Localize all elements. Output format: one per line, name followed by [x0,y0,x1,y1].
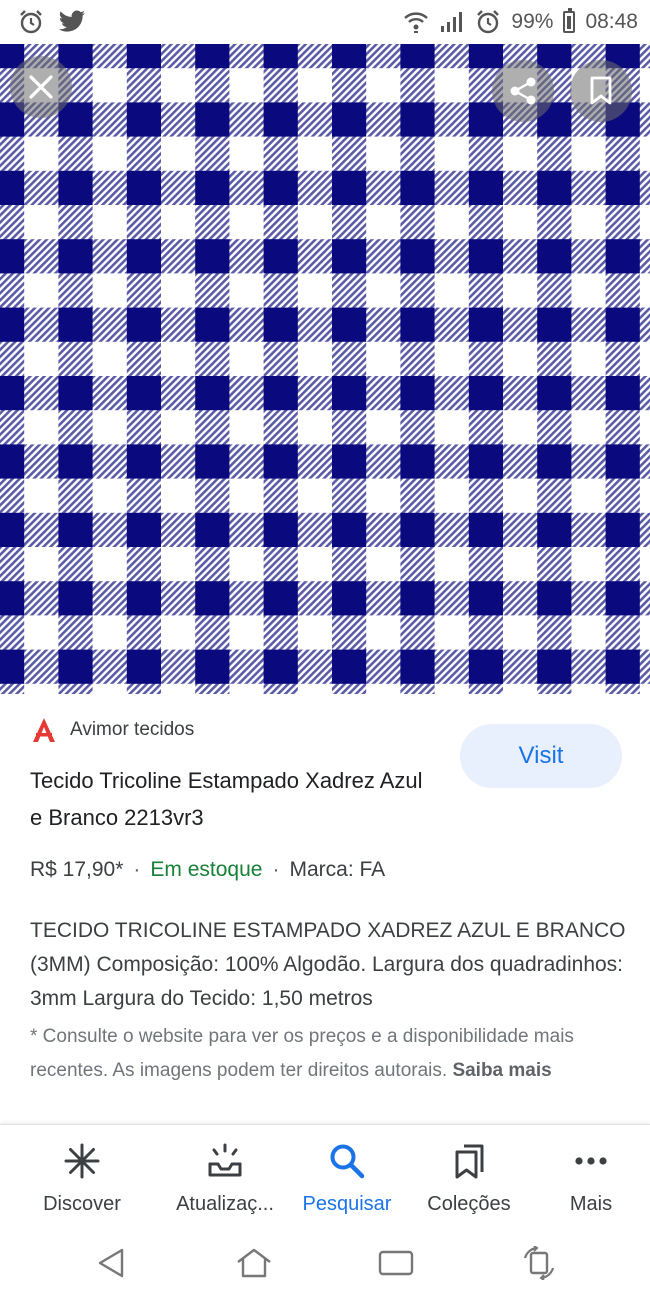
price: R$ 17,90* [30,858,124,881]
nav-discover[interactable]: Discover [0,1125,164,1226]
close-icon [29,75,53,99]
gingham-pattern [0,44,650,694]
nav-label: Pesquisar [302,1193,392,1215]
avimor-logo-icon [33,718,55,742]
battery-icon [563,8,576,33]
bottom-navigation: Discover Atualizaç... Pesquisar Coleções… [0,1124,650,1226]
product-description: TECIDO TRICOLINE ESTAMPADO XADREZ AZUL E… [30,919,626,1010]
status-bar: 99% 08:48 [0,0,650,44]
source-name: Avimor tecidos [70,719,195,740]
clock: 08:48 [585,10,638,33]
product-image[interactable] [0,44,650,694]
rotate-button[interactable] [509,1233,569,1293]
product-info-line: R$ 17,90* · Em estoque · Marca: FA [30,858,385,882]
rotate-screen-icon [523,1246,554,1280]
battery-percentage: 99% [511,10,554,33]
home-icon [237,1248,271,1278]
back-triangle-icon [99,1248,124,1278]
collections-icon [450,1141,488,1181]
share-button[interactable] [492,60,554,122]
learn-more-link[interactable]: Saiba mais [452,1060,551,1081]
nav-label: Coleções [427,1193,511,1215]
stock-status: Em estoque [150,858,263,881]
nav-label: Atualizaç... [176,1193,274,1215]
save-to-collection-button[interactable] [570,60,632,122]
nav-label: Discover [43,1193,121,1215]
product-title[interactable]: Tecido Tricoline Estampado Xadrez Azul e… [30,762,440,836]
updates-tray-icon [206,1141,244,1181]
recents-icon [379,1250,414,1276]
brand: Marca: FA [289,858,386,881]
nav-collections[interactable]: Coleções [408,1125,530,1226]
bookmark-icon [590,76,612,105]
nav-more[interactable]: Mais [530,1125,650,1226]
source-site[interactable]: Avimor tecidos [30,716,194,744]
home-button[interactable] [224,1233,284,1293]
wifi-icon [403,10,429,34]
visit-button[interactable]: Visit [460,724,622,788]
system-navigation-bar [0,1226,650,1300]
recents-button[interactable] [366,1233,426,1293]
disclaimer: * Consulte o website para ver os preços … [30,1020,630,1088]
twitter-icon [58,10,86,34]
search-icon [328,1141,366,1181]
alarm-icon [475,9,501,35]
alarm-icon [18,9,44,35]
nav-label: Mais [569,1193,613,1215]
nav-search[interactable]: Pesquisar [286,1125,408,1226]
separator: · [133,858,141,881]
signal-icon [439,10,465,34]
nav-updates[interactable]: Atualizaç... [164,1125,286,1226]
asterisk-icon [63,1141,101,1181]
close-button[interactable] [10,56,72,118]
back-button[interactable] [81,1233,141,1293]
more-dots-icon [572,1141,610,1181]
share-icon [510,77,536,105]
separator: · [272,858,280,881]
